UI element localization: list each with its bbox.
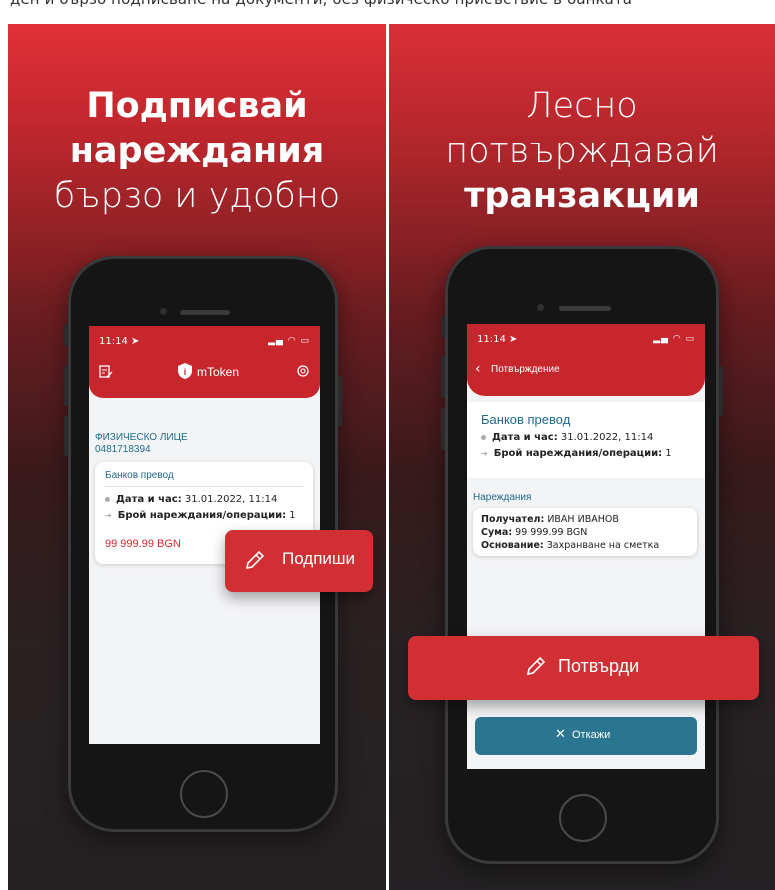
pencil-icon (526, 656, 546, 678)
left-phone-volume-up (64, 366, 68, 406)
confirm-button[interactable]: Потвърди (408, 636, 759, 700)
count-row: ➔ Брой нареждания/операции: 1 (105, 510, 296, 521)
left-phone-power-button (338, 376, 342, 426)
right-headline-line1: Лесно (526, 86, 638, 126)
document-sign-icon[interactable] (99, 364, 113, 378)
transfer-card-title: Банков превод (105, 470, 174, 481)
right-phone-screen: 11:14 ➤ ▂▄ ◠ ▭ ‹ Потвърждение Банков пре… (467, 324, 705, 769)
right-headline-line2: потвърждавай (445, 131, 719, 171)
top-caption-text: ден и бързо подписване на документи, без… (10, 0, 632, 8)
cancel-button[interactable]: ✕ Откажи (475, 717, 697, 755)
left-phone-mute-switch (64, 324, 68, 346)
sign-button[interactable]: Подпиши (225, 530, 373, 592)
app-title: mToken (197, 365, 240, 379)
left-phone-home-button (180, 770, 228, 818)
right-headline-line3: транзакции (464, 176, 700, 216)
order-card[interactable]: Получател: ИВАН ИВАНОВ Сума: 99 999.99 B… (473, 508, 697, 556)
bullet-dot-icon (105, 496, 110, 502)
left-status-icons: ▂▄ ◠ ▭ (268, 336, 310, 346)
bullet-dot-icon (481, 434, 486, 440)
right-phone-volume-up (441, 356, 445, 398)
left-headline-line1: Подписвай (86, 86, 308, 126)
right-promo-panel: Лесно потвърждавай транзакции 11:14 ➤ ▂▄… (389, 24, 775, 890)
transfer-amount: 99 999.99 BGN (105, 538, 181, 550)
left-phone-camera (160, 308, 167, 315)
pencil-icon (245, 550, 265, 572)
right-phone-mute-switch (441, 316, 445, 338)
left-phone-speaker (180, 310, 230, 315)
transfer-summary: Банков превод Дата и час: 31.01.2022, 11… (467, 402, 705, 478)
confirm-button-label: Потвърди (558, 656, 640, 676)
left-headline: Подписвай нареждания бързо и удобно (8, 84, 386, 219)
right-status-time: 11:14 ➤ (477, 334, 518, 345)
right-phone-frame: 11:14 ➤ ▂▄ ◠ ▭ ‹ Потвърждение Банков пре… (441, 246, 723, 864)
left-app-header: 11:14 ➤ ▂▄ ◠ ▭ i mToken (89, 326, 320, 398)
summary-title: Банков превод (481, 412, 571, 427)
summary-datetime-row: Дата и час: 31.01.2022, 11:14 (481, 432, 653, 443)
sum-row: Сума: 99 999.99 BGN (481, 527, 588, 538)
right-phone-volume-down (441, 408, 445, 450)
left-promo-panel: Подписвай нареждания бързо и удобно 11:1… (8, 24, 386, 890)
right-status-icons: ▂▄ ◠ ▭ (653, 334, 695, 344)
right-app-header: 11:14 ➤ ▂▄ ◠ ▭ ‹ Потвърждение (467, 324, 705, 396)
basis-row: Основание: Захранване на сметка (481, 540, 660, 551)
svg-text:i: i (184, 367, 187, 377)
recipient-row: Получател: ИВАН ИВАНОВ (481, 514, 619, 525)
left-headline-line3: бързо и удобно (53, 176, 341, 216)
cancel-button-label: Откажи (572, 729, 611, 741)
right-phone-power-button (719, 366, 723, 416)
right-phone-speaker (559, 306, 611, 311)
summary-count-row: ➔ Брой нареждания/операции: 1 (481, 448, 672, 459)
right-phone-home-button (559, 794, 607, 842)
left-phone-volume-down (64, 416, 68, 456)
mtoken-shield-icon: i (176, 362, 194, 380)
right-phone-camera (537, 304, 544, 311)
card-divider (105, 486, 303, 487)
orders-section-title: Нареждания (473, 492, 532, 503)
account-number: 0481718394 (95, 444, 151, 455)
account-type: ФИЗИЧЕСКО ЛИЦЕ (95, 432, 188, 443)
right-headline: Лесно потвърждавай транзакции (389, 84, 775, 219)
arrow-right-icon: ➔ (481, 449, 488, 458)
left-status-time: 11:14 ➤ (99, 336, 140, 347)
nav-title: Потвърждение (491, 364, 560, 375)
back-chevron-icon[interactable]: ‹ (475, 361, 481, 377)
top-caption-strip: ден и бързо подписване на документи, без… (0, 0, 775, 24)
sign-button-label: Подпиши (282, 549, 356, 568)
close-x-icon: ✕ (555, 727, 566, 742)
arrow-right-icon: ➔ (105, 511, 112, 520)
settings-gear-icon[interactable] (296, 363, 310, 377)
datetime-row: Дата и час: 31.01.2022, 11:14 (105, 494, 277, 505)
left-headline-line2: нареждания (69, 131, 325, 171)
